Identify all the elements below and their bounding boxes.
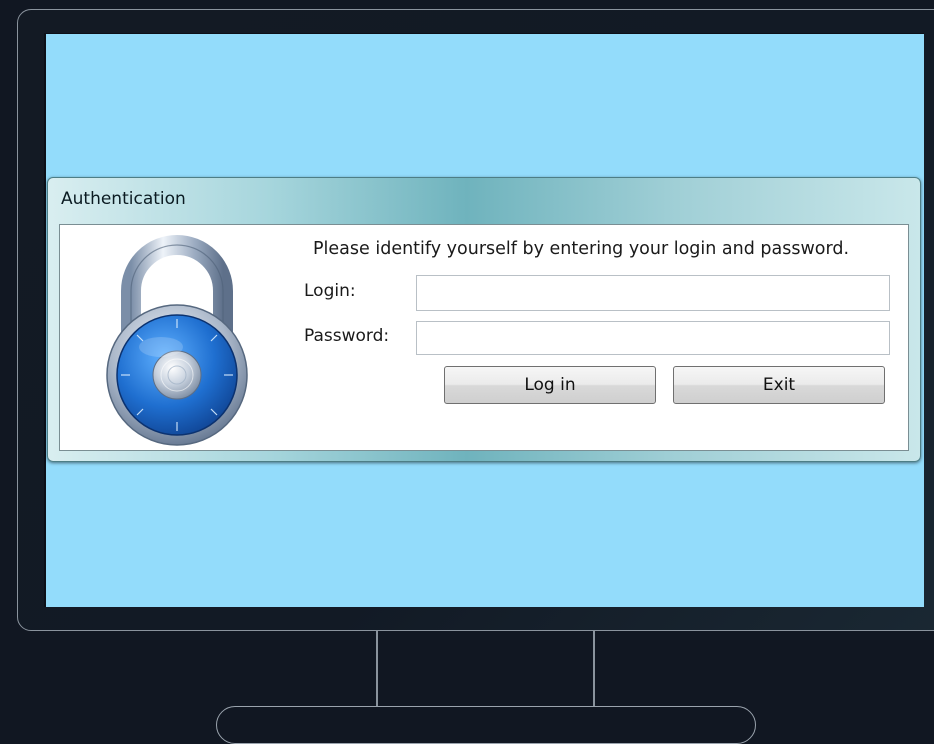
password-label: Password: bbox=[304, 326, 390, 346]
monitor-stand-right bbox=[593, 631, 595, 708]
instructions-text: Please identify yourself by entering you… bbox=[313, 239, 850, 259]
password-input[interactable] bbox=[416, 321, 890, 355]
monitor-stand-left bbox=[376, 631, 378, 708]
monitor-base bbox=[216, 706, 756, 744]
login-label: Login: bbox=[304, 281, 356, 301]
log-in-button[interactable]: Log in bbox=[444, 366, 656, 404]
padlock-icon bbox=[103, 229, 251, 451]
dialog-title: Authentication bbox=[61, 189, 186, 209]
login-input[interactable] bbox=[416, 275, 890, 311]
authentication-dialog: Authentication Please identify yourself … bbox=[47, 177, 921, 462]
dialog-body: Please identify yourself by entering you… bbox=[59, 224, 909, 451]
exit-button[interactable]: Exit bbox=[673, 366, 885, 404]
